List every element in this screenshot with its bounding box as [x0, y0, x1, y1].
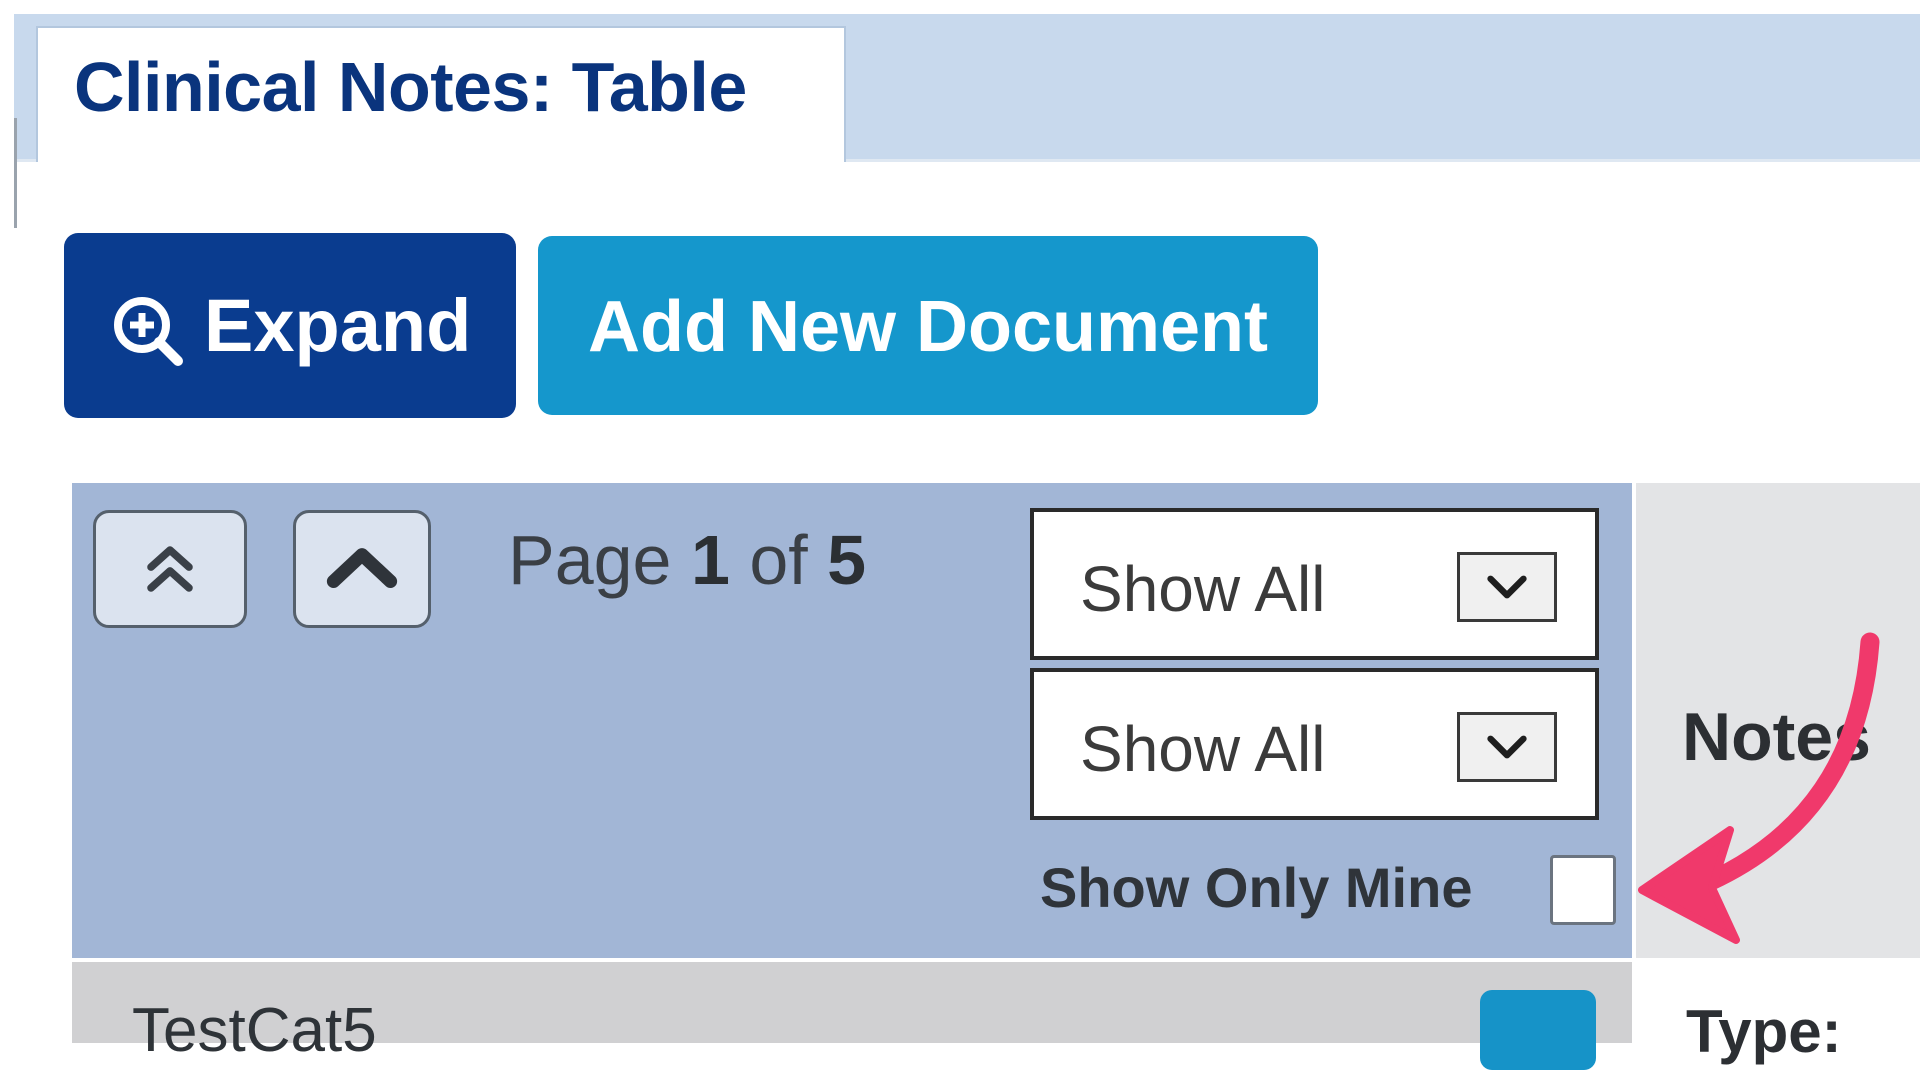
- chevron-up-icon: [326, 548, 398, 588]
- row-category: TestCat5: [132, 996, 377, 1065]
- page-total: 5: [827, 521, 867, 599]
- row-type-label: Type:: [1686, 998, 1842, 1065]
- page-title: Clinical Notes: Table: [74, 48, 747, 126]
- page-prefix: Page: [508, 521, 672, 599]
- expand-button-label: Expand: [204, 284, 472, 367]
- add-new-document-button[interactable]: Add New Document: [538, 236, 1318, 415]
- row-action-button[interactable]: [1480, 990, 1596, 1070]
- chevron-down-icon: [1457, 552, 1557, 622]
- zoom-in-icon: [112, 295, 184, 367]
- filter-select-2[interactable]: Show All: [1030, 668, 1599, 820]
- double-chevron-up-icon: [147, 546, 193, 592]
- add-new-document-label: Add New Document: [587, 287, 1269, 367]
- filter-select-1-value: Show All: [1080, 553, 1326, 625]
- filter-select-2-value: Show All: [1080, 713, 1326, 785]
- column-divider: [1632, 483, 1636, 1023]
- chevron-down-icon: [1457, 712, 1557, 782]
- notes-column-header[interactable]: Notes: [1682, 698, 1871, 776]
- first-page-button[interactable]: [93, 510, 247, 628]
- show-only-mine-checkbox[interactable]: [1550, 855, 1616, 925]
- page-current: 1: [690, 521, 730, 599]
- previous-page-button[interactable]: [293, 510, 431, 628]
- expand-button[interactable]: Expand: [64, 233, 516, 418]
- page-of: of: [749, 521, 808, 599]
- filter-select-1[interactable]: Show All: [1030, 508, 1599, 660]
- panel-edge: [14, 118, 17, 228]
- page-indicator: Page 1 of 5: [508, 520, 866, 600]
- show-only-mine-label: Show Only Mine: [1040, 856, 1473, 919]
